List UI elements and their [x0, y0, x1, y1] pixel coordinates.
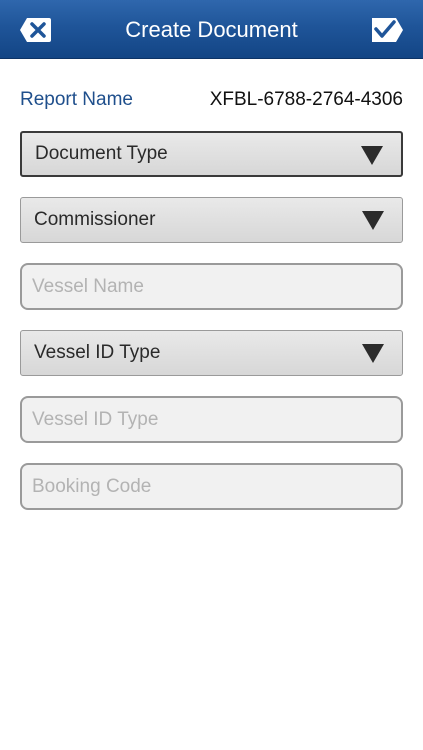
document-type-select[interactable]: Document Type	[20, 131, 403, 177]
header-bar: Create Document	[0, 0, 423, 59]
dropdown-arrow-icon	[362, 344, 384, 363]
confirm-button[interactable]	[367, 12, 407, 48]
document-type-label: Document Type	[35, 143, 168, 164]
report-name-label: Report Name	[20, 89, 133, 110]
commissioner-label: Commissioner	[34, 209, 156, 230]
vessel-id-type-input[interactable]	[20, 396, 403, 443]
dropdown-arrow-icon	[362, 211, 384, 230]
commissioner-select[interactable]: Commissioner	[20, 197, 403, 243]
booking-code-input[interactable]	[20, 463, 403, 510]
document-form: Report Name XFBL-6788-2764-4306 Document…	[20, 80, 403, 510]
vessel-name-input[interactable]	[20, 263, 403, 310]
vessel-id-type-select[interactable]: Vessel ID Type	[20, 330, 403, 376]
report-name-value: XFBL-6788-2764-4306	[209, 89, 403, 110]
page-title: Create Document	[125, 17, 298, 42]
vessel-id-type-label: Vessel ID Type	[34, 342, 161, 363]
report-name-row: Report Name XFBL-6788-2764-4306	[20, 80, 403, 120]
dropdown-arrow-icon	[361, 146, 383, 165]
checkmark-icon	[372, 18, 403, 42]
